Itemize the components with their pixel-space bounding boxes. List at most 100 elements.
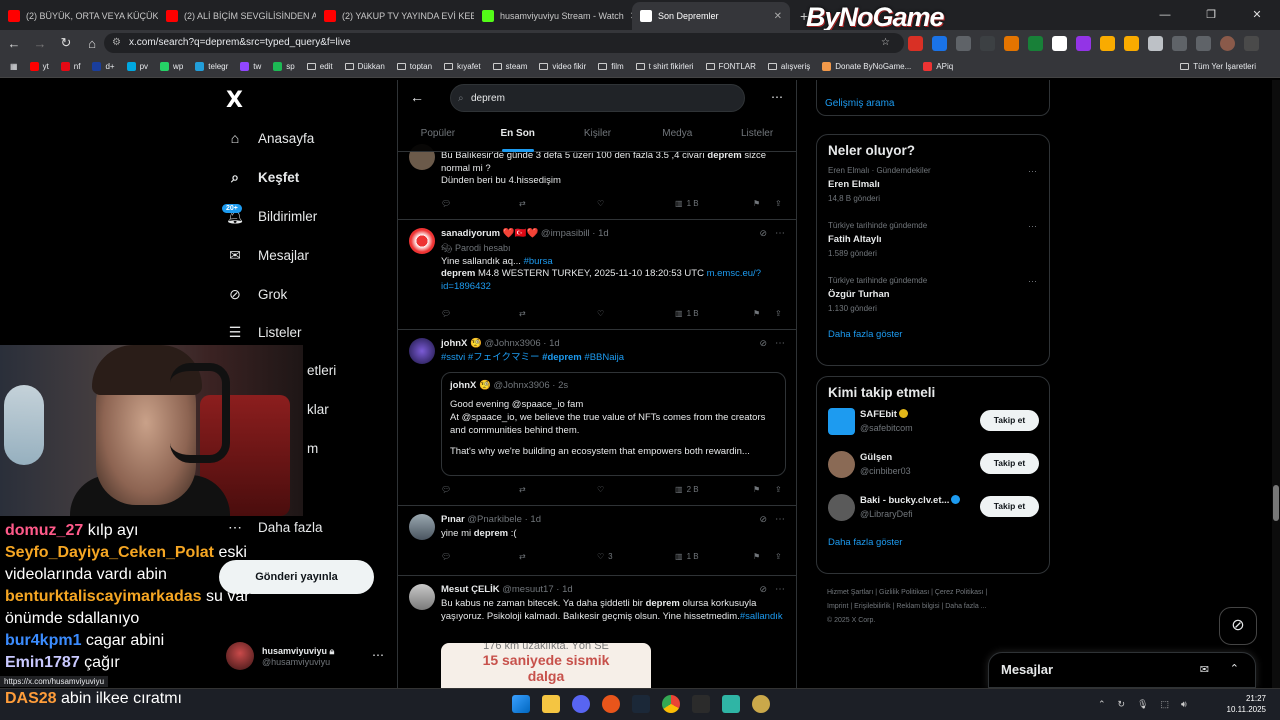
apps-icon[interactable]: ▦ <box>10 62 18 71</box>
trend-item[interactable]: Eren Elmalı · Gündemdekiler Eren Elmalı … <box>817 166 1049 221</box>
bookmark-icon[interactable]: ⚑ <box>753 309 775 318</box>
adblock-extension-icon[interactable] <box>908 36 923 51</box>
retweet-icon[interactable]: ⇄ <box>519 309 597 318</box>
like-count[interactable]: ♡ 3 <box>597 552 675 561</box>
expand-icon[interactable]: ⌃ <box>1230 662 1239 675</box>
follow-button[interactable]: Takip et <box>980 453 1039 474</box>
retweet-icon[interactable]: ⇄ <box>519 552 597 561</box>
more-icon[interactable]: ⋯ <box>775 514 785 525</box>
more-icon[interactable]: ⋯ <box>771 90 783 104</box>
bookmark-item[interactable]: sp <box>273 62 295 71</box>
site-info-icon[interactable]: ⚙ <box>112 33 121 53</box>
more-icon[interactable]: ⋯ <box>1028 276 1037 287</box>
bookmark-folder[interactable]: film <box>598 62 624 71</box>
scrollbar-thumb[interactable] <box>1273 485 1279 521</box>
extension-icon[interactable] <box>1052 36 1067 51</box>
bookmark-folder[interactable]: video fikir <box>539 62 586 71</box>
new-message-icon[interactable]: ✉ <box>1200 663 1209 676</box>
extension-icon[interactable] <box>1124 36 1139 51</box>
bookmark-star-icon[interactable]: ☆ <box>881 33 890 53</box>
avatar[interactable] <box>409 514 435 540</box>
extension-icon[interactable] <box>1004 36 1019 51</box>
chevron-up-icon[interactable]: ⌃ <box>1098 699 1106 710</box>
avatar[interactable] <box>409 228 435 254</box>
search-input[interactable]: ⌕ deprem <box>450 84 745 112</box>
bookmark-icon[interactable]: ⚑ <box>753 552 775 561</box>
messages-dock[interactable]: Mesajlar ✉ ⌃ <box>988 652 1256 688</box>
bookmark-icon[interactable]: ⚑ <box>753 485 775 494</box>
trend-item[interactable]: Türkiye tarihinde gündemde Fatih Altaylı… <box>817 221 1049 276</box>
extension-icon[interactable] <box>980 36 995 51</box>
x-logo[interactable]: X <box>226 88 243 113</box>
views-count[interactable]: ▥ 1 B <box>675 552 753 561</box>
advanced-search-link[interactable]: Gelişmiş arama <box>816 80 1050 116</box>
terminal-icon[interactable] <box>692 695 710 713</box>
nav-bookmarks[interactable]: etleri <box>307 363 336 378</box>
tab-lists[interactable]: Listeler <box>717 124 796 152</box>
grok-icon[interactable]: ⊘ <box>759 228 767 239</box>
profile-avatar[interactable] <box>1220 36 1235 51</box>
bookmark-item[interactable]: telegr <box>195 62 228 71</box>
follow-suggestion[interactable]: Baki - bucky.clv.et... @LibraryDefi Taki… <box>817 494 1049 537</box>
chrome-icon[interactable] <box>662 695 680 713</box>
footer-line[interactable]: Hizmet Şartları | Gizlilik Politikası | … <box>827 586 1052 600</box>
tab-media[interactable]: Medya <box>637 124 717 152</box>
share-icon[interactable]: ⇪ <box>775 485 782 494</box>
mic-icon[interactable]: 🎙︎ <box>1137 699 1148 710</box>
bookmark-folder[interactable]: edit <box>306 62 333 71</box>
browser-tab[interactable]: (2) YAKUP TV YAYINDA EVİ KEB✕ <box>316 2 474 30</box>
maximize-icon[interactable]: ❐ <box>1188 0 1234 30</box>
show-more-link[interactable]: Daha fazla göster <box>817 537 1049 548</box>
tweet[interactable]: Pınar @Pnarkibele · 1d ⊘ ⋯ yine mi depre… <box>398 506 796 576</box>
volume-icon[interactable]: 🔊︎ <box>1181 699 1187 710</box>
share-icon[interactable]: ⇪ <box>775 199 782 208</box>
grok-icon[interactable]: ⊘ <box>759 338 767 349</box>
bookmark-item[interactable]: pv <box>126 62 148 71</box>
nav-lists[interactable]: ☰ Listeler <box>226 323 302 341</box>
follow-suggestion[interactable]: Gülşen @cinbiber03 Takip et <box>817 451 1049 494</box>
all-bookmarks-folder[interactable]: Tüm Yer İşaretleri <box>1180 62 1256 71</box>
bookmark-folder[interactable]: alışveriş <box>767 62 810 71</box>
browser-tab[interactable]: husamviyuviyu Stream - Watch✕ <box>474 2 632 30</box>
bookmark-item[interactable]: wp <box>160 62 183 71</box>
views-count[interactable]: ▥ 2 B <box>675 485 753 494</box>
network-icon[interactable]: ⬚ <box>1161 699 1170 710</box>
share-icon[interactable]: ⇪ <box>775 552 782 561</box>
bookmark-item[interactable]: nf <box>60 62 80 71</box>
system-clock[interactable]: 21:27 10.11.2025 <box>1227 693 1266 715</box>
nav-communities[interactable]: m <box>307 441 318 456</box>
more-icon[interactable]: ⋯ <box>775 338 785 349</box>
forward-icon[interactable]: → <box>28 36 52 51</box>
grok-fab-icon[interactable]: ⊘ <box>1219 607 1257 645</box>
bookmark-item[interactable]: Donate ByNoGame... <box>822 62 911 71</box>
reload-icon[interactable]: ↻ <box>54 35 78 51</box>
follow-button[interactable]: Takip et <box>980 496 1039 517</box>
follow-suggestion[interactable]: SAFEbit @safebitcom Takip et <box>817 408 1049 451</box>
minimize-icon[interactable]: — <box>1142 0 1188 30</box>
extension-icon[interactable] <box>1076 36 1091 51</box>
page-scrollbar[interactable] <box>1272 80 1280 688</box>
puzzle-icon[interactable] <box>1172 36 1187 51</box>
bookmark-item[interactable]: yt <box>29 62 49 71</box>
extension-icon[interactable] <box>932 36 947 51</box>
avatar[interactable] <box>828 408 855 435</box>
tweet[interactable]: johnX 🧐 @Johnx3906 · 1d ⊘ ⋯ #sstvi #フェイク… <box>398 330 796 506</box>
url-bar[interactable]: ⚙ x.com/search?q=deprem&src=typed_query&… <box>104 33 904 53</box>
like-icon[interactable]: ♡ <box>597 485 675 494</box>
tweet[interactable]: Mesut ÇELİK @mesuut17 · 1d ⊘ ⋯ Bu kabus … <box>398 576 796 688</box>
avatar[interactable] <box>409 584 435 610</box>
steam-icon[interactable] <box>632 695 650 713</box>
tweet[interactable]: Bu Balıkesir'de günde 3 defa 5 üzeri 100… <box>398 142 796 220</box>
nav-jobs[interactable]: klar <box>307 402 329 417</box>
extension-icon[interactable] <box>956 36 971 51</box>
bookmark-item[interactable]: d+ <box>92 62 115 71</box>
grok-icon[interactable]: ⊘ <box>759 584 767 595</box>
like-icon[interactable]: ♡ <box>597 309 675 318</box>
extension-icon[interactable] <box>1028 36 1043 51</box>
tweet[interactable]: sanadiyorum ❤️🇹🇷❤️ @impasibill · 1d ⊘ ⋯ … <box>398 220 796 330</box>
discord-icon[interactable] <box>572 695 590 713</box>
bookmark-folder[interactable]: kıyafet <box>444 62 481 71</box>
reply-icon[interactable]: 💬︎ <box>441 552 519 561</box>
tab-people[interactable]: Kişiler <box>558 124 638 152</box>
close-window-icon[interactable]: ✕ <box>1234 0 1280 30</box>
